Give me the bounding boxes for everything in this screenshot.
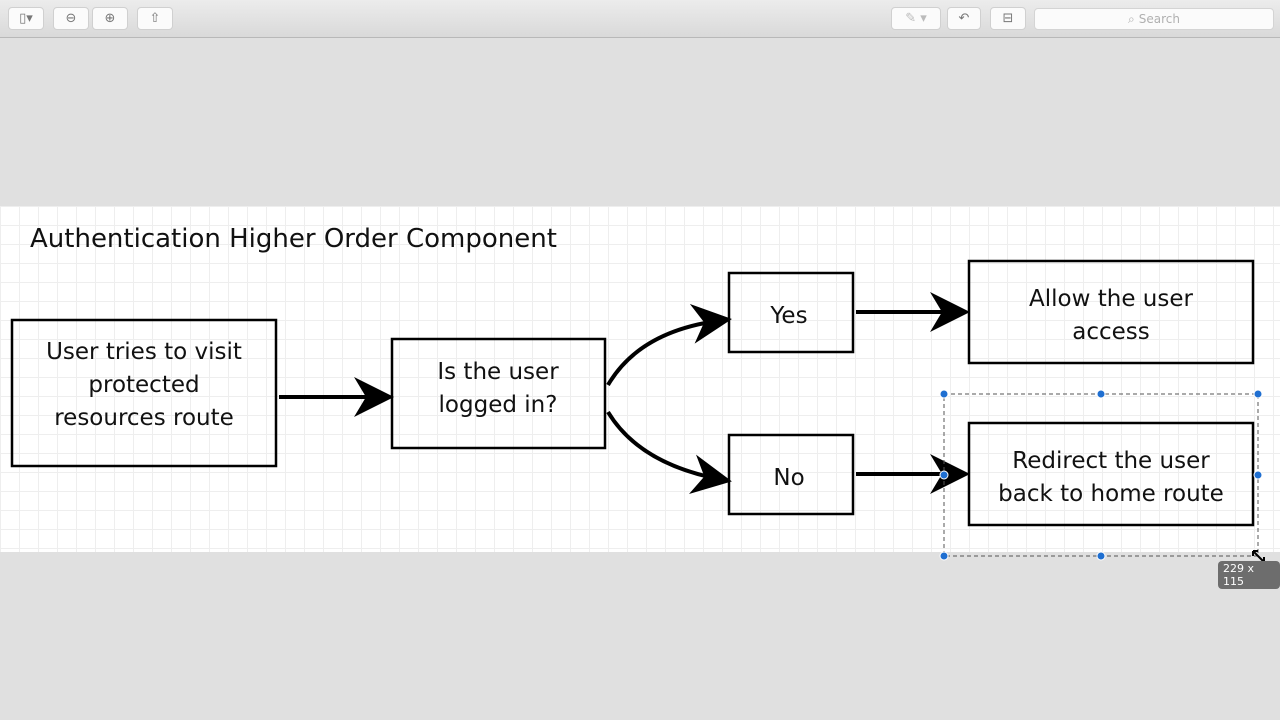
resize-handle[interactable] xyxy=(1096,389,1106,399)
resize-handle[interactable] xyxy=(939,551,949,561)
redirect-box xyxy=(967,421,1255,527)
yes-text: Yes xyxy=(769,303,807,329)
diagram-title: Authentication Higher Order Component xyxy=(30,224,557,254)
question-text: Is the user xyxy=(437,359,559,385)
resize-handle[interactable] xyxy=(1253,470,1263,480)
allow-text: access xyxy=(1072,319,1150,345)
start-text: resources route xyxy=(54,405,234,431)
redirect-text: Redirect the user xyxy=(1012,448,1210,474)
selection-rectangle[interactable] xyxy=(939,389,1263,561)
resize-handle[interactable] xyxy=(1253,389,1263,399)
arrow-yes xyxy=(606,303,732,387)
allow-box xyxy=(967,259,1255,365)
resize-handle[interactable] xyxy=(939,389,949,399)
selection-size-label: 229 x 115 xyxy=(1218,561,1280,589)
start-text: protected xyxy=(88,372,199,398)
start-text: User tries to visit xyxy=(46,339,242,365)
question-text: logged in? xyxy=(439,392,558,418)
flowchart: Authentication Higher Order Component Us… xyxy=(10,224,1265,563)
arrow-no xyxy=(606,410,732,495)
redirect-text: back to home route xyxy=(998,481,1224,507)
resize-handle[interactable] xyxy=(1096,551,1106,561)
no-text: No xyxy=(773,465,804,491)
allow-text: Allow the user xyxy=(1029,286,1193,312)
resize-handle[interactable] xyxy=(939,470,949,480)
